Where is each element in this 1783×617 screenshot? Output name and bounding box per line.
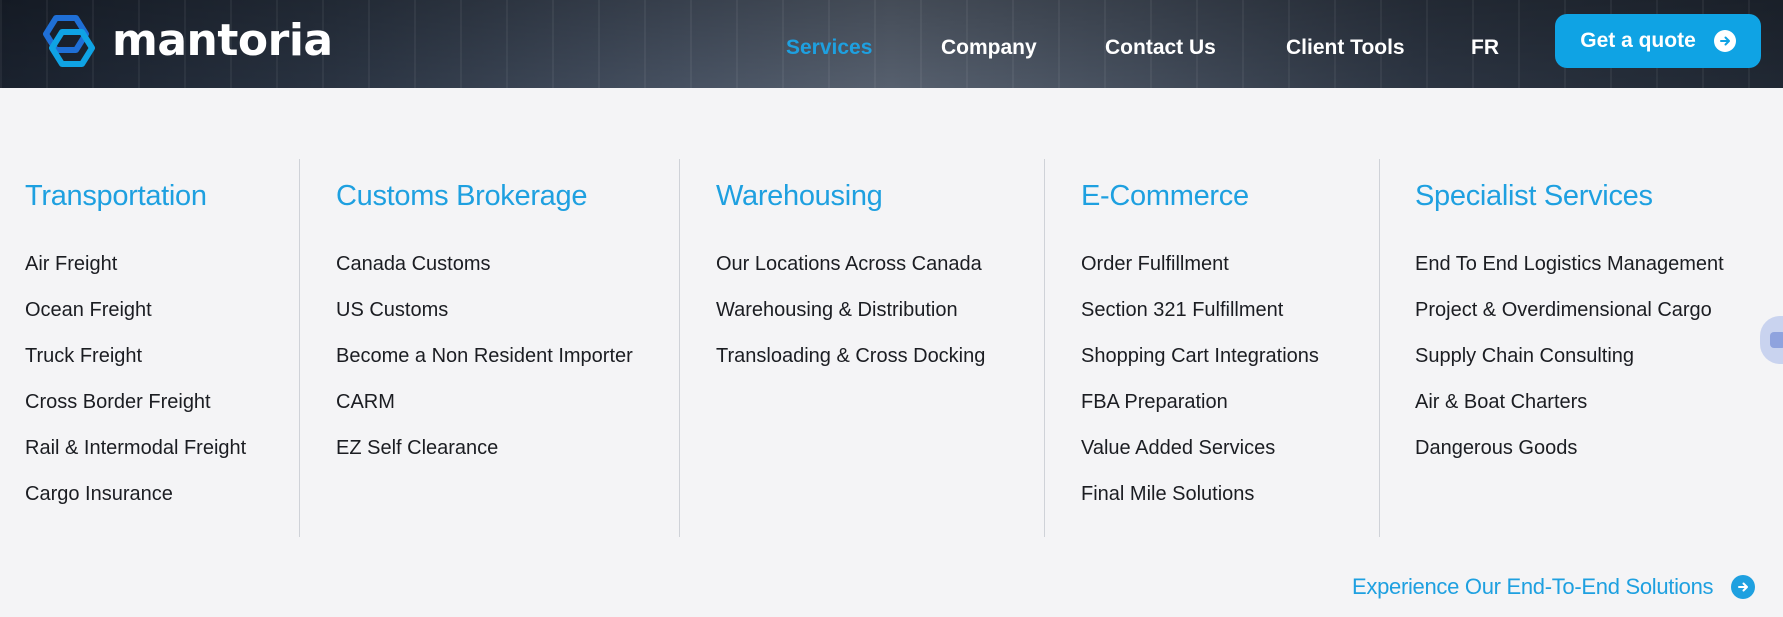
menu-item[interactable]: Warehousing & Distribution [716, 300, 985, 346]
menu-item[interactable]: US Customs [336, 300, 633, 346]
menu-item[interactable]: Value Added Services [1081, 438, 1319, 484]
menu-item[interactable]: Air Freight [25, 254, 246, 300]
menu-column-e-commerce: E-Commerce Order Fulfillment Section 321… [1081, 180, 1319, 504]
brand-logo[interactable]: mantoria [36, 14, 333, 68]
nav-contact-us[interactable]: Contact Us [1105, 36, 1216, 60]
menu-item[interactable]: Cargo Insurance [25, 484, 246, 530]
column-divider [299, 159, 300, 537]
menu-item[interactable]: Dangerous Goods [1415, 438, 1724, 484]
nav-language-fr[interactable]: FR [1471, 36, 1499, 60]
menu-item[interactable]: Shopping Cart Integrations [1081, 346, 1319, 392]
menu-item[interactable]: Truck Freight [25, 346, 246, 392]
end-to-end-solutions-link[interactable]: Experience Our End-To-End Solutions [1352, 574, 1756, 600]
nav-services[interactable]: Services [786, 36, 872, 60]
menu-item[interactable]: Rail & Intermodal Freight [25, 438, 246, 484]
hexagon-logo-icon [43, 15, 95, 67]
menu-item[interactable]: CARM [336, 392, 633, 438]
column-divider [679, 159, 680, 537]
menu-column-transportation: Transportation Air Freight Ocean Freight… [25, 180, 246, 504]
menu-item[interactable]: Our Locations Across Canada [716, 254, 985, 300]
menu-item[interactable]: Ocean Freight [25, 300, 246, 346]
menu-item[interactable]: Canada Customs [336, 254, 633, 300]
arrow-right-circle-icon [1713, 30, 1736, 52]
get-a-quote-label: Get a quote [1580, 29, 1696, 52]
nav-client-tools[interactable]: Client Tools [1286, 36, 1405, 60]
menu-column-warehousing: Warehousing Our Locations Across Canada … [716, 180, 985, 366]
nav-company[interactable]: Company [941, 36, 1037, 60]
widget-icon [1770, 332, 1783, 348]
brand-name: mantoria [112, 15, 333, 66]
column-title[interactable]: Customs Brokerage [336, 180, 587, 213]
column-title[interactable]: Warehousing [716, 180, 883, 213]
get-a-quote-button[interactable]: Get a quote [1555, 14, 1761, 68]
menu-item[interactable]: Section 321 Fulfillment [1081, 300, 1319, 346]
header-bar: mantoria Services Company Contact Us Cli… [0, 0, 1783, 88]
column-divider [1044, 159, 1045, 537]
column-title[interactable]: Specialist Services [1415, 180, 1653, 213]
end-to-end-solutions-label: Experience Our End-To-End Solutions [1352, 574, 1714, 599]
menu-column-customs-brokerage: Customs Brokerage Canada Customs US Cust… [336, 180, 633, 458]
menu-item[interactable]: Air & Boat Charters [1415, 392, 1724, 438]
menu-item[interactable]: Transloading & Cross Docking [716, 346, 985, 392]
column-title[interactable]: E-Commerce [1081, 180, 1249, 213]
menu-item[interactable]: Supply Chain Consulting [1415, 346, 1724, 392]
side-widget-tab[interactable] [1760, 316, 1783, 364]
column-divider [1379, 159, 1380, 537]
menu-item[interactable]: FBA Preparation [1081, 392, 1319, 438]
menu-item[interactable]: Final Mile Solutions [1081, 484, 1319, 530]
column-title[interactable]: Transportation [25, 180, 207, 213]
arrow-right-circle-icon [1731, 575, 1756, 599]
menu-item[interactable]: Become a Non Resident Importer [336, 346, 633, 392]
menu-column-specialist-services: Specialist Services End To End Logistics… [1415, 180, 1724, 458]
menu-item[interactable]: End To End Logistics Management [1415, 254, 1724, 300]
menu-item[interactable]: Project & Overdimensional Cargo [1415, 300, 1724, 346]
menu-item[interactable]: Order Fulfillment [1081, 254, 1319, 300]
menu-item[interactable]: EZ Self Clearance [336, 438, 633, 484]
menu-item[interactable]: Cross Border Freight [25, 392, 246, 438]
